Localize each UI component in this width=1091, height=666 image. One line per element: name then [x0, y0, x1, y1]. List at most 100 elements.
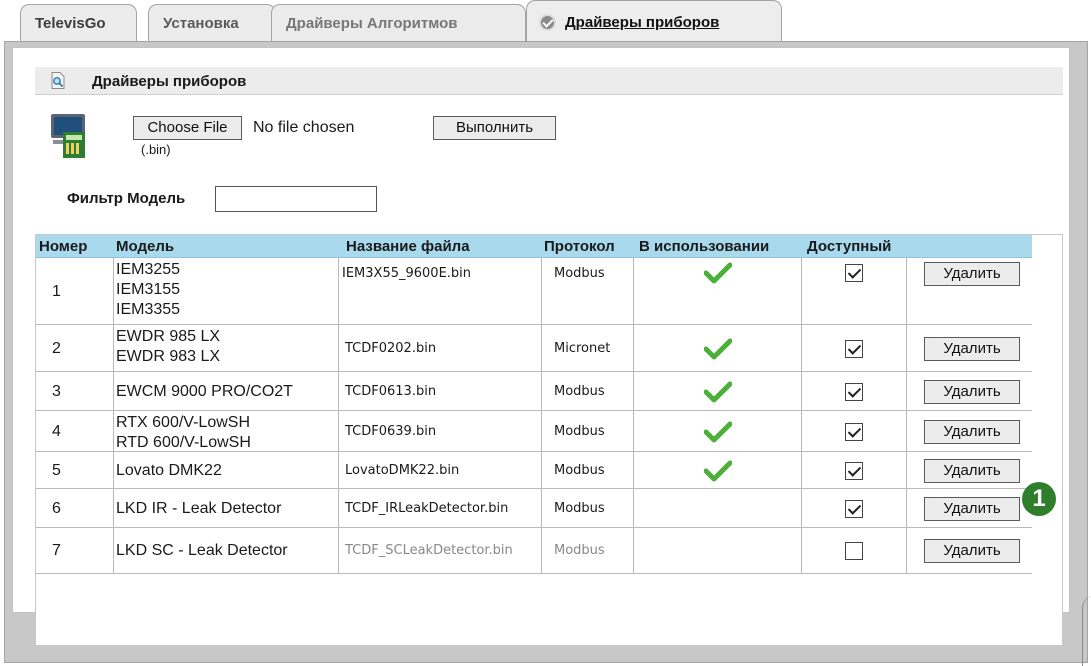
delete-button[interactable]: Удалить — [924, 337, 1020, 361]
table-cell: Удалить — [906, 325, 1032, 371]
available-checkbox[interactable] — [845, 383, 863, 401]
delete-button[interactable]: Удалить — [924, 380, 1020, 404]
table-cell — [633, 372, 801, 410]
model-name: EWDR 985 LX — [116, 328, 221, 345]
tab-label: TelevisGo — [35, 15, 106, 32]
in-use-check-icon — [704, 262, 732, 284]
row-number: 3 — [52, 383, 61, 400]
tab-label: Установка — [163, 15, 239, 32]
protocol-name: Modbus — [554, 543, 605, 558]
table-cell — [801, 452, 906, 488]
table-cell: Modbus — [541, 372, 633, 410]
table-cell: LKD SC - Leak Detector — [113, 528, 338, 573]
main-panel: Драйверы приборов Choose File No file ch… — [12, 47, 1070, 646]
table-cell — [801, 489, 906, 527]
table-cell — [801, 325, 906, 371]
section-header: Драйверы приборов — [35, 67, 1063, 95]
available-checkbox[interactable] — [845, 500, 863, 518]
table-cell: 7 — [36, 528, 113, 573]
device-driver-icon — [51, 114, 85, 158]
table-header: Номер Модель Название файла Протокол В и… — [36, 235, 1032, 258]
column-header-filename: Название файла — [346, 238, 470, 255]
drivers-table: Номер Модель Название файла Протокол В и… — [35, 234, 1063, 646]
choose-file-button[interactable]: Choose File — [133, 116, 242, 140]
table-row: 4 RTX 600/V-LowSH RTD 600/V-LowSH TCDF0639.… — [36, 411, 1032, 452]
delete-button[interactable]: Удалить — [924, 539, 1020, 563]
table-cell — [801, 411, 906, 451]
table-cell: 3 — [36, 372, 113, 410]
available-checkbox[interactable] — [845, 542, 863, 560]
table-cell: LKD IR - Leak Detector — [113, 489, 338, 527]
available-checkbox[interactable] — [845, 423, 863, 441]
delete-button[interactable]: Удалить — [924, 420, 1020, 444]
execute-button[interactable]: Выполнить — [433, 116, 556, 140]
available-checkbox[interactable] — [845, 264, 863, 282]
table-cell: Modbus — [541, 411, 633, 451]
scroll-edge — [1082, 596, 1091, 666]
row-number: 5 — [52, 462, 61, 479]
table-cell: 4 — [36, 411, 113, 451]
available-checkbox[interactable] — [845, 462, 863, 480]
delete-button[interactable]: Удалить — [924, 459, 1020, 483]
table-cell: TCDF_SCLeakDetector.bin — [338, 528, 541, 573]
model-name: IEM3255 — [116, 261, 181, 278]
available-checkbox[interactable] — [845, 340, 863, 358]
file-name: TCDF0202.bin — [345, 341, 437, 356]
column-header-protocol: Протокол — [544, 238, 615, 255]
table-cell — [633, 411, 801, 451]
filter-model-input[interactable] — [215, 186, 377, 212]
model-name: LKD IR - Leak Detector — [116, 500, 282, 517]
table-cell: 1 — [36, 258, 113, 324]
delete-button[interactable]: Удалить — [924, 497, 1020, 521]
tab-bar: TelevisGo Установка Драйверы Алгоритмов … — [20, 0, 1080, 44]
model-name: RTX 600/V-LowSH — [116, 414, 250, 431]
table-cell: TCDF0613.bin — [338, 372, 541, 410]
protocol-name: Modbus — [554, 501, 605, 516]
table-cell: Lovato DMK22 — [113, 452, 338, 488]
table-cell: IEM3255 IEM3155 IEM3355 — [113, 258, 338, 324]
table-cell: Удалить — [906, 452, 1032, 488]
table-cell: Удалить — [906, 258, 1032, 324]
table-cell: Modbus — [541, 528, 633, 573]
tab-label: Драйверы приборов — [565, 14, 720, 31]
tab-televisgo[interactable]: TelevisGo — [20, 4, 137, 42]
delete-button[interactable]: Удалить — [924, 262, 1020, 286]
model-name: RTD 600/V-LowSH — [116, 434, 251, 451]
tab-device-drivers[interactable]: Драйверы приборов — [526, 0, 782, 44]
table-cell: LovatoDMK22.bin — [338, 452, 541, 488]
protocol-name: Modbus — [554, 384, 605, 399]
table-cell — [801, 528, 906, 573]
table-cell — [801, 258, 906, 324]
row-number: 6 — [52, 500, 61, 517]
table-row: 6 LKD IR - Leak Detector TCDF_IRLeakDetect… — [36, 489, 1032, 528]
table-cell — [801, 372, 906, 410]
file-name: IEM3X55_9600E.bin — [342, 266, 472, 281]
table-row: 1 IEM3255 IEM3155 IEM3355 IEM3X55_9600E.bin M… — [36, 258, 1032, 325]
protocol-name: Modbus — [554, 463, 605, 478]
model-name: LKD SC - Leak Detector — [116, 542, 288, 559]
file-name: TCDF_IRLeakDetector.bin — [345, 501, 509, 516]
model-name: EWDR 983 LX — [116, 348, 221, 365]
table-cell: TCDF_IRLeakDetector.bin — [338, 489, 541, 527]
table-cell: 2 — [36, 325, 113, 371]
table-row: 7 LKD SC - Leak Detector TCDF_SCLeakDetect… — [36, 528, 1032, 574]
column-header-model: Модель — [116, 238, 175, 255]
row-number: 1 — [52, 283, 61, 300]
tab-label: Драйверы Алгоритмов — [286, 15, 458, 32]
table-cell: 6 — [36, 489, 113, 527]
filter-model-label: Фильтр Модель — [67, 190, 186, 207]
table-cell: EWCM 9000 PRO/CO2T — [113, 372, 338, 410]
tab-algorithm-drivers[interactable]: Драйверы Алгоритмов — [271, 4, 526, 42]
table-cell: TCDF0639.bin — [338, 411, 541, 451]
table-cell: Удалить — [906, 411, 1032, 451]
table-row: 2 EWDR 985 LX EWDR 983 LX TCDF0202.bin Micro… — [36, 325, 1032, 372]
tab-installation[interactable]: Установка — [148, 4, 276, 42]
table-cell: IEM3X55_9600E.bin — [338, 258, 541, 324]
in-use-check-icon — [704, 460, 732, 482]
table-row: 3 EWCM 9000 PRO/CO2T TCDF0613.bin Modbus Уда… — [36, 372, 1032, 411]
row-number: 2 — [52, 340, 61, 357]
file-status-text: No file chosen — [253, 119, 355, 136]
file-extension-note: (.bin) — [141, 142, 171, 157]
model-name: IEM3155 — [116, 281, 181, 298]
column-header-number: Номер — [39, 238, 88, 255]
